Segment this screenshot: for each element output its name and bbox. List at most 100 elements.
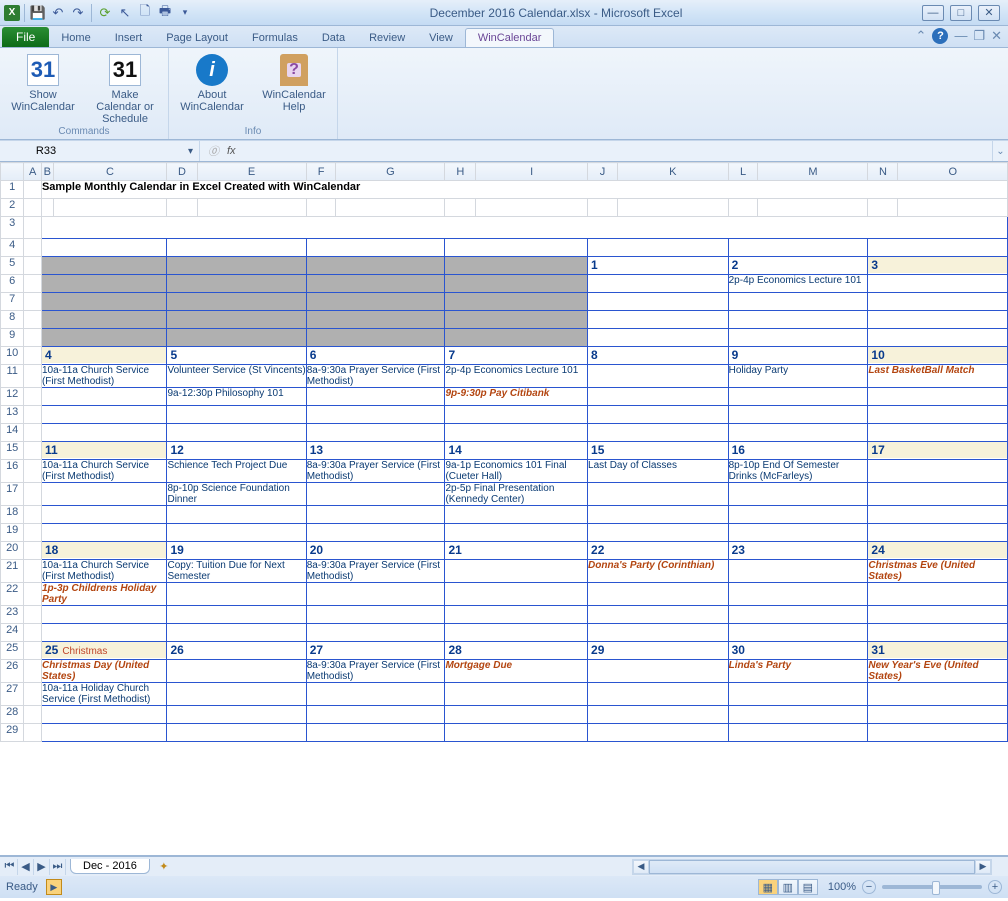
row-header[interactable]: 13: [1, 406, 24, 424]
calendar-cell[interactable]: [868, 506, 1008, 524]
calendar-cell[interactable]: [588, 329, 729, 347]
calendar-cell[interactable]: [728, 406, 868, 424]
cell[interactable]: [24, 388, 42, 406]
cell[interactable]: [24, 460, 42, 483]
print-icon[interactable]: 🖶: [156, 4, 174, 22]
cell[interactable]: [24, 199, 42, 217]
calendar-cell[interactable]: 5: [167, 347, 306, 365]
calendar-cell[interactable]: [728, 706, 868, 724]
calendar-cell[interactable]: [445, 683, 588, 706]
save-icon[interactable]: 💾: [29, 4, 47, 22]
column-header[interactable]: D: [167, 163, 197, 181]
calendar-cell[interactable]: [445, 406, 588, 424]
row-header[interactable]: 22: [1, 583, 24, 606]
calendar-cell[interactable]: [41, 424, 167, 442]
calendar-cell[interactable]: 31: [868, 642, 1008, 660]
tab-data[interactable]: Data: [310, 29, 357, 47]
cell[interactable]: [24, 311, 42, 329]
row-header[interactable]: 27: [1, 683, 24, 706]
sheet-heading[interactable]: Sample Monthly Calendar in Excel Created…: [41, 181, 1007, 199]
calendar-cell[interactable]: [41, 506, 167, 524]
calendar-cell[interactable]: [868, 624, 1008, 642]
column-header[interactable]: F: [306, 163, 336, 181]
calendar-cell[interactable]: [445, 624, 588, 642]
calendar-cell[interactable]: 10a-11a Holiday Church Service (First Me…: [41, 683, 167, 706]
calendar-cell[interactable]: 26: [167, 642, 306, 660]
calendar-cell[interactable]: Copy: Tuition Due for Next Semester: [167, 560, 306, 583]
calendar-cell[interactable]: [306, 624, 445, 642]
calendar-cell[interactable]: 27: [306, 642, 445, 660]
calendar-cell[interactable]: [41, 724, 167, 742]
calendar-cell[interactable]: [41, 329, 167, 347]
calendar-cell[interactable]: [588, 706, 729, 724]
calendar-cell[interactable]: 10a-11a Church Service (First Methodist): [41, 460, 167, 483]
close-button[interactable]: ✕: [978, 5, 1000, 21]
worksheet-grid[interactable]: ABCDEFGHIJKLMNO 1Sample Monthly Calendar…: [0, 162, 1008, 856]
tab-home[interactable]: Home: [49, 29, 102, 47]
cell[interactable]: [24, 606, 42, 624]
cell[interactable]: [167, 199, 197, 217]
row-header[interactable]: 3: [1, 217, 24, 239]
calendar-cell[interactable]: [868, 460, 1008, 483]
calendar-cell[interactable]: 19: [167, 542, 306, 560]
calendar-cell[interactable]: 2p-4p Economics Lecture 101: [728, 275, 868, 293]
calendar-cell[interactable]: 2p-4p Economics Lecture 101: [445, 365, 588, 388]
calendar-cell[interactable]: Last Day of Classes: [588, 460, 729, 483]
about-wincalendar-button[interactable]: i About WinCalendar: [177, 54, 247, 113]
calendar-cell[interactable]: [588, 660, 729, 683]
calendar-cell[interactable]: 21: [445, 542, 588, 560]
calendar-cell[interactable]: [588, 583, 729, 606]
calendar-cell[interactable]: 22: [588, 542, 729, 560]
cell[interactable]: [24, 293, 42, 311]
calendar-cell[interactable]: [728, 683, 868, 706]
column-header[interactable]: J: [588, 163, 618, 181]
calendar-cell[interactable]: [728, 311, 868, 329]
calendar-cell[interactable]: [868, 583, 1008, 606]
calendar-cell[interactable]: [588, 388, 729, 406]
name-box-dropdown-icon[interactable]: ▾: [188, 146, 193, 157]
day-header[interactable]: Wednesday: [445, 239, 588, 257]
cell[interactable]: [868, 199, 898, 217]
first-sheet-icon[interactable]: ⏮: [2, 859, 18, 875]
calendar-cell[interactable]: 11: [41, 442, 167, 460]
calendar-cell[interactable]: [868, 406, 1008, 424]
calendar-cell[interactable]: [445, 275, 588, 293]
calendar-cell[interactable]: [306, 293, 445, 311]
calendar-cell[interactable]: 8a-9:30a Prayer Service (First Methodist…: [306, 660, 445, 683]
calendar-cell[interactable]: [41, 524, 167, 542]
wincalendar-help-button[interactable]: WinCalendar Help: [259, 54, 329, 113]
row-header[interactable]: 16: [1, 460, 24, 483]
calendar-cell[interactable]: [588, 311, 729, 329]
cell[interactable]: [898, 199, 1008, 217]
row-header[interactable]: 15: [1, 442, 24, 460]
name-box[interactable]: ▾: [0, 141, 200, 161]
cell[interactable]: [24, 329, 42, 347]
column-header[interactable]: G: [336, 163, 445, 181]
tab-review[interactable]: Review: [357, 29, 417, 47]
cell[interactable]: [24, 217, 42, 239]
tab-formulas[interactable]: Formulas: [240, 29, 310, 47]
row-header[interactable]: 23: [1, 606, 24, 624]
calendar-cell[interactable]: [728, 483, 868, 506]
row-header[interactable]: 5: [1, 257, 24, 275]
macro-record-icon[interactable]: ▶: [46, 879, 62, 895]
calendar-cell[interactable]: [306, 483, 445, 506]
calendar-cell[interactable]: [868, 311, 1008, 329]
row-header[interactable]: 4: [1, 239, 24, 257]
calendar-cell[interactable]: 2: [728, 257, 868, 275]
calendar-cell[interactable]: 9p-9:30p Pay Citibank: [445, 388, 588, 406]
calendar-cell[interactable]: [728, 724, 868, 742]
cell[interactable]: [24, 424, 42, 442]
calendar-cell[interactable]: [41, 257, 167, 275]
row-header[interactable]: 1: [1, 181, 24, 199]
row-header[interactable]: 19: [1, 524, 24, 542]
tab-page-layout[interactable]: Page Layout: [154, 29, 240, 47]
calendar-cell[interactable]: [588, 683, 729, 706]
calendar-cell[interactable]: [306, 506, 445, 524]
calendar-cell[interactable]: Christmas Day (United States): [41, 660, 167, 683]
calendar-cell[interactable]: [41, 406, 167, 424]
calendar-cell[interactable]: 17: [868, 442, 1008, 460]
cell[interactable]: [24, 642, 42, 660]
tab-insert[interactable]: Insert: [103, 29, 155, 47]
day-header[interactable]: Tuesday: [306, 239, 445, 257]
